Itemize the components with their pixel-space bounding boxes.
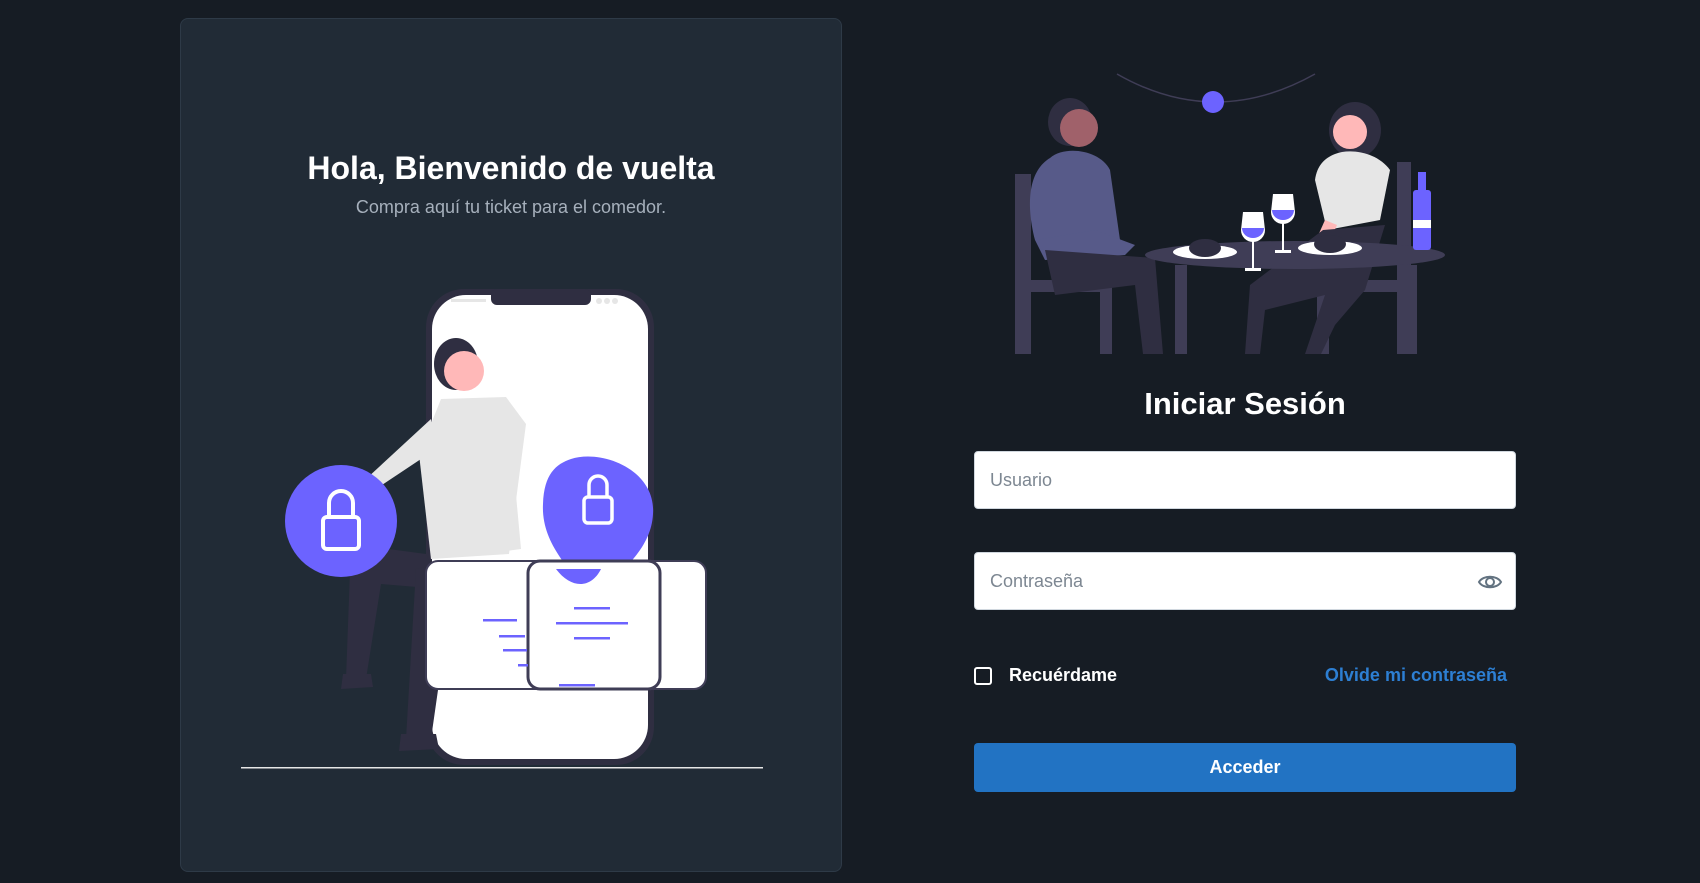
password-field <box>974 552 1516 610</box>
remember-me: Recuérdame <box>974 665 1117 686</box>
eye-icon[interactable] <box>1477 570 1503 594</box>
welcome-card: Hola, Bienvenido de vuelta Compra aquí t… <box>180 18 842 872</box>
forgot-password-link[interactable]: Olvide mi contraseña <box>1325 665 1507 686</box>
login-title: Iniciar Sesión <box>1144 386 1346 421</box>
username-field <box>974 451 1516 509</box>
dining-couple-illustration <box>1015 73 1445 354</box>
remember-label: Recuérdame <box>1009 665 1118 685</box>
password-input[interactable] <box>975 553 1515 609</box>
welcome-subtitle: Compra aquí tu ticket para el comedor. <box>355 197 667 217</box>
login-submit-button[interactable]: Acceder <box>974 743 1516 792</box>
welcome-title: Hola, Bienvenido de vuelta <box>307 150 715 186</box>
remember-checkbox[interactable] <box>974 666 992 685</box>
phone-security-illustration <box>241 289 763 769</box>
username-input[interactable] <box>975 452 1515 508</box>
